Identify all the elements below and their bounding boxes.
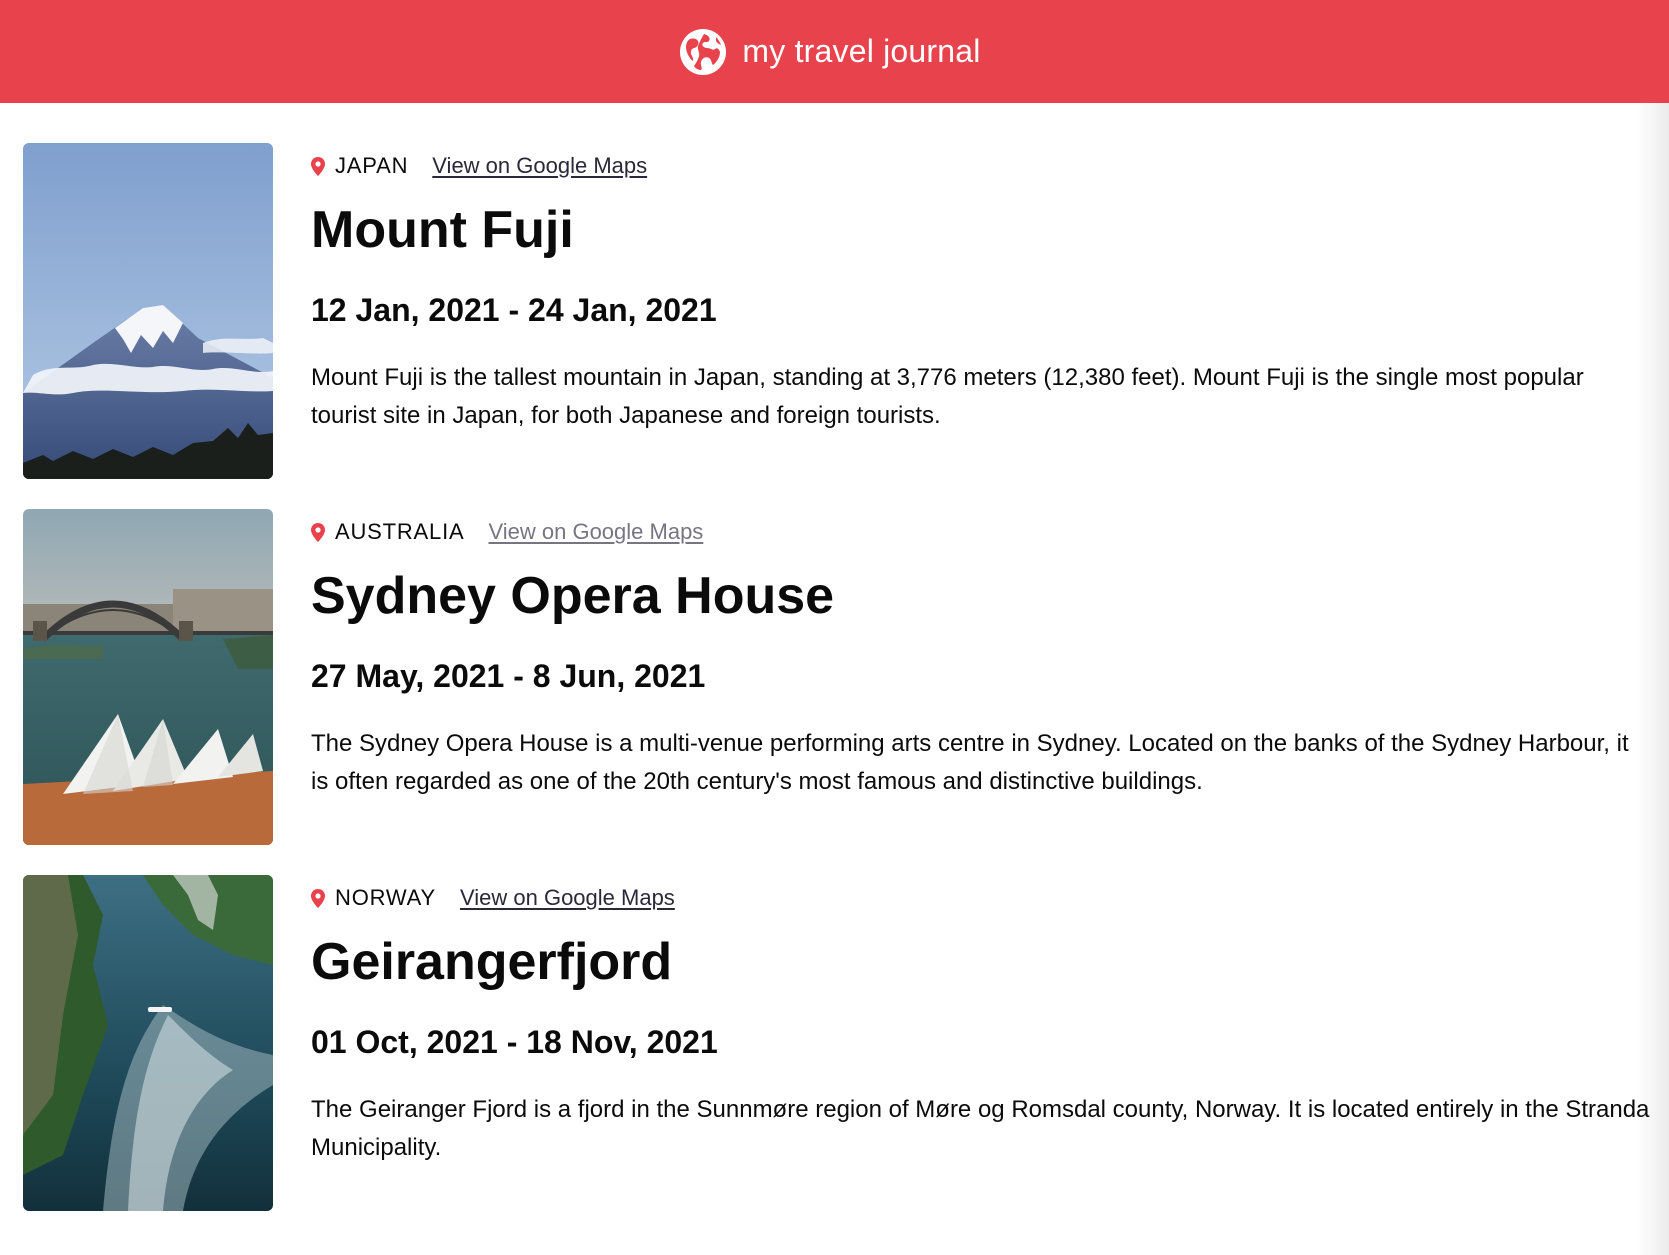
google-maps-link[interactable]: View on Google Maps (460, 885, 675, 911)
country-label: NORWAY (335, 885, 436, 910)
entry-dates: 12 Jan, 2021 - 24 Jan, 2021 (311, 292, 717, 328)
geirangerfjord-photo (23, 875, 273, 1211)
location-row: AUSTRALIA View on Google Maps (311, 517, 1651, 547)
entry-details: NORWAY View on Google Maps Geirangerfjor… (311, 875, 1651, 1167)
google-maps-link[interactable]: View on Google Maps (488, 519, 703, 545)
entry-description: Mount Fuji is the tallest mountain in Ja… (311, 364, 1584, 429)
country-label: AUSTRALIA (335, 519, 465, 544)
location-pin-icon (311, 522, 325, 542)
header-bar: my travel journal (0, 0, 1669, 103)
entry-description: The Geiranger Fjord is a fjord in the Su… (311, 1096, 1650, 1161)
location-row: NORWAY View on Google Maps (311, 883, 1651, 913)
journal-entry: AUSTRALIA View on Google Maps Sydney Ope… (23, 509, 1653, 845)
globe-icon (678, 27, 728, 77)
entry-dates: 01 Oct, 2021 - 18 Nov, 2021 (311, 1024, 718, 1060)
journal-entry: NORWAY View on Google Maps Geirangerfjor… (23, 875, 1653, 1211)
entry-title: Sydney Opera House (311, 567, 835, 625)
entry-details: AUSTRALIA View on Google Maps Sydney Ope… (311, 509, 1651, 801)
window-edge-shadow (1637, 103, 1669, 1255)
mount-fuji-photo (23, 143, 273, 479)
sydney-opera-house-photo (23, 509, 273, 845)
entry-description: The Sydney Opera House is a multi-venue … (311, 730, 1629, 795)
entry-dates: 27 May, 2021 - 8 Jun, 2021 (311, 658, 706, 694)
location-pin-icon (311, 888, 325, 908)
entry-title: Mount Fuji (311, 201, 574, 259)
brand[interactable]: my travel journal (678, 27, 980, 77)
journal-entry: JAPAN View on Google Maps Mount Fuji 12 … (23, 143, 1653, 479)
country-label: JAPAN (335, 153, 409, 178)
entry-title: Geirangerfjord (311, 933, 673, 991)
location-pin-icon (311, 156, 325, 176)
entry-details: JAPAN View on Google Maps Mount Fuji 12 … (311, 143, 1651, 435)
google-maps-link[interactable]: View on Google Maps (432, 153, 647, 179)
location-row: JAPAN View on Google Maps (311, 151, 1651, 181)
app-title: my travel journal (742, 33, 981, 69)
